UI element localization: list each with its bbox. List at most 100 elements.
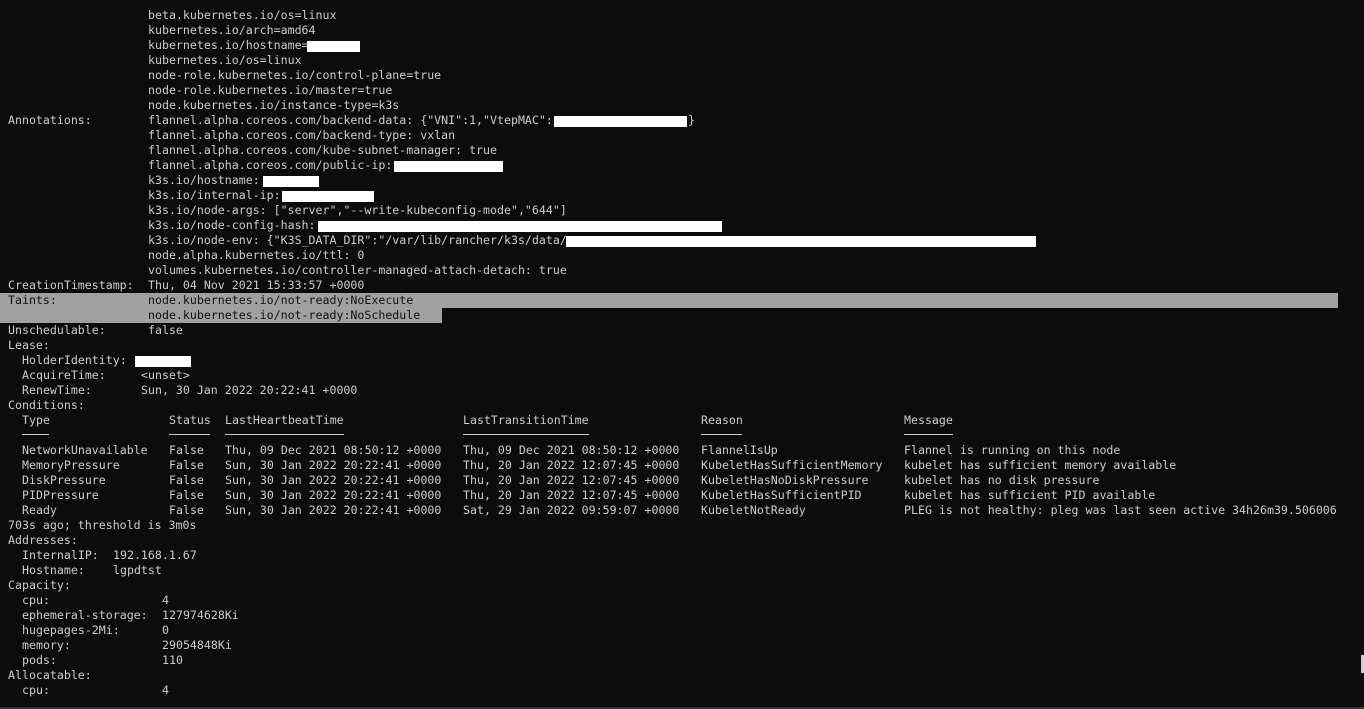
condition-status: False xyxy=(169,473,204,487)
annotation-line: Annotations: flannel.alpha.coreos.com/ba… xyxy=(0,113,695,128)
taints-key: Taints: xyxy=(8,293,57,307)
annotation-backend-data: flannel.alpha.coreos.com/backend-data: {… xyxy=(148,113,553,127)
table-row: MemoryPressure False Sun, 30 Jan 2022 20… xyxy=(0,458,1176,473)
annotation-k3s-internal-ip: k3s.io/internal-ip: xyxy=(148,188,281,202)
condition-heartbeat: Thu, 09 Dec 2021 08:50:12 +0000 xyxy=(225,443,442,457)
annotation-backend-type: flannel.alpha.coreos.com/backend-type: v… xyxy=(148,128,456,142)
condition-status: False xyxy=(169,458,204,472)
acquire-time-value: <unset> xyxy=(141,368,190,382)
condition-type: NetworkUnavailable xyxy=(22,443,148,457)
label-os: kubernetes.io/os=linux xyxy=(148,53,302,67)
annotation-node-ttl: node.alpha.kubernetes.io/ttl: 0 xyxy=(148,248,365,262)
redacted-public-ip xyxy=(394,161,503,172)
column-header-status: Status xyxy=(169,413,211,427)
table-row: NetworkUnavailable False Thu, 09 Dec 202… xyxy=(0,443,1120,458)
creation-timestamp-key: CreationTimestamp: xyxy=(8,278,134,292)
renew-time-key: RenewTime: xyxy=(22,383,92,397)
table-row: PIDPressure False Sun, 30 Jan 2022 20:22… xyxy=(0,488,1155,503)
capacity-memory-value: 29054848Ki xyxy=(162,638,232,652)
capacity-key: Capacity: xyxy=(8,578,71,592)
annotation-controller-managed: volumes.kubernetes.io/controller-managed… xyxy=(148,263,567,277)
condition-transition: Thu, 20 Jan 2022 12:07:45 +0000 xyxy=(463,488,680,502)
condition-message-wrap: 703s ago; threshold is 3m0s xyxy=(8,518,197,532)
lease-line: RenewTime: Sun, 30 Jan 2022 20:22:41 +00… xyxy=(0,383,357,398)
redacted-internal-ip xyxy=(282,191,374,202)
capacity-line: memory: 29054848Ki xyxy=(0,638,232,653)
column-underline xyxy=(701,434,742,435)
table-row: DiskPressure False Sun, 30 Jan 2022 20:2… xyxy=(0,473,1099,488)
holder-identity-key: HolderIdentity: xyxy=(22,353,127,367)
unschedulable-line: Unschedulable: false xyxy=(0,323,183,338)
terminal-window[interactable]: beta.kubernetes.io/os=linux kubernetes.i… xyxy=(0,0,1364,709)
taints-line: node.kubernetes.io/not-ready:NoSchedule xyxy=(0,308,420,323)
capacity-cpu-value: 4 xyxy=(162,593,169,607)
conditions-key: Conditions: xyxy=(8,398,85,412)
label-master: node-role.kubernetes.io/master=true xyxy=(148,83,393,97)
capacity-line: cpu: 4 xyxy=(0,593,169,608)
column-underline xyxy=(22,434,49,435)
capacity-line: hugepages-2Mi: 0 xyxy=(0,623,169,638)
annotation-public-ip: flannel.alpha.coreos.com/public-ip: xyxy=(148,158,393,172)
column-header-last-heartbeat: LastHeartbeatTime xyxy=(225,413,344,427)
annotation-k3s-node-args: k3s.io/node-args: ["server","--write-kub… xyxy=(148,203,567,217)
addresses-line: InternalIP: 192.168.1.67 xyxy=(0,548,197,563)
hostname-value: lgpdtst xyxy=(113,563,162,577)
column-underline xyxy=(904,434,953,435)
condition-heartbeat: Sun, 30 Jan 2022 20:22:41 +0000 xyxy=(225,503,442,517)
condition-reason: KubeletHasSufficientMemory xyxy=(701,458,883,472)
label-control-plane: node-role.kubernetes.io/control-plane=tr… xyxy=(148,68,442,82)
label-hostname: kubernetes.io/hostname= xyxy=(148,38,309,52)
condition-status: False xyxy=(169,503,204,517)
redacted-k3s-hostname xyxy=(263,176,319,187)
label-instance-type: node.kubernetes.io/instance-type=k3s xyxy=(148,98,400,112)
column-header-reason: Reason xyxy=(701,413,743,427)
taint-no-schedule: node.kubernetes.io/not-ready:NoSchedule xyxy=(148,308,421,322)
condition-status: False xyxy=(169,443,204,457)
capacity-ephemeral-storage-key: ephemeral-storage: xyxy=(22,608,148,622)
redacted-holder-identity xyxy=(135,356,191,367)
allocatable-key: Allocatable: xyxy=(8,668,92,682)
condition-message: Flannel is running on this node xyxy=(904,443,1121,457)
column-underline xyxy=(463,434,589,435)
capacity-hugepages-value: 0 xyxy=(162,623,169,637)
capacity-ephemeral-storage-value: 127974628Ki xyxy=(162,608,239,622)
annotation-kube-subnet-manager: flannel.alpha.coreos.com/kube-subnet-man… xyxy=(148,143,498,157)
condition-type: Ready xyxy=(22,503,57,517)
condition-reason: KubeletHasNoDiskPressure xyxy=(701,473,869,487)
addresses-key: Addresses: xyxy=(8,533,78,547)
renew-time-value: Sun, 30 Jan 2022 20:22:41 +0000 xyxy=(141,383,358,397)
annotations-key: Annotations: xyxy=(8,113,92,127)
condition-message: kubelet has sufficient PID available xyxy=(904,488,1156,502)
column-header-message: Message xyxy=(904,413,953,427)
condition-transition: Thu, 20 Jan 2022 12:07:45 +0000 xyxy=(463,473,680,487)
addresses-line: Hostname: lgpdtst xyxy=(0,563,162,578)
capacity-cpu-key: cpu: xyxy=(22,593,50,607)
annotation-k3s-node-config-hash: k3s.io/node-config-hash: xyxy=(148,218,316,232)
conditions-header-row: Type Status LastHeartbeatTime LastTransi… xyxy=(0,413,953,428)
allocatable-cpu-key: cpu: xyxy=(22,683,50,697)
condition-transition: Thu, 09 Dec 2021 08:50:12 +0000 xyxy=(463,443,680,457)
column-underline xyxy=(169,434,210,435)
annotation-k3s-hostname: k3s.io/hostname: xyxy=(148,173,260,187)
condition-type: DiskPressure xyxy=(22,473,106,487)
taints-line: Taints: node.kubernetes.io/not-ready:NoE… xyxy=(0,293,413,308)
taint-no-execute: node.kubernetes.io/not-ready:NoExecute xyxy=(148,293,414,307)
creation-line: CreationTimestamp: Thu, 04 Nov 2021 15:3… xyxy=(0,278,364,293)
condition-message: PLEG is not healthy: pleg was last seen … xyxy=(904,503,1337,517)
table-row: Ready False Sun, 30 Jan 2022 20:22:41 +0… xyxy=(0,503,1337,518)
label-beta-os: beta.kubernetes.io/os=linux xyxy=(148,8,337,22)
capacity-line: pods: 110 xyxy=(0,653,183,668)
condition-transition: Thu, 20 Jan 2022 12:07:45 +0000 xyxy=(463,458,680,472)
lease-key: Lease: xyxy=(8,338,50,352)
capacity-memory-key: memory: xyxy=(22,638,71,652)
condition-type: MemoryPressure xyxy=(22,458,120,472)
condition-heartbeat: Sun, 30 Jan 2022 20:22:41 +0000 xyxy=(225,458,442,472)
internal-ip-value: 192.168.1.67 xyxy=(113,548,197,562)
condition-status: False xyxy=(169,488,204,502)
condition-message: kubelet has no disk pressure xyxy=(904,473,1100,487)
column-header-last-transition: LastTransitionTime xyxy=(463,413,589,427)
column-underline xyxy=(225,434,344,435)
unschedulable-key: Unschedulable: xyxy=(8,323,106,337)
allocatable-cpu-value: 4 xyxy=(162,683,169,697)
column-header-type: Type xyxy=(22,413,50,427)
